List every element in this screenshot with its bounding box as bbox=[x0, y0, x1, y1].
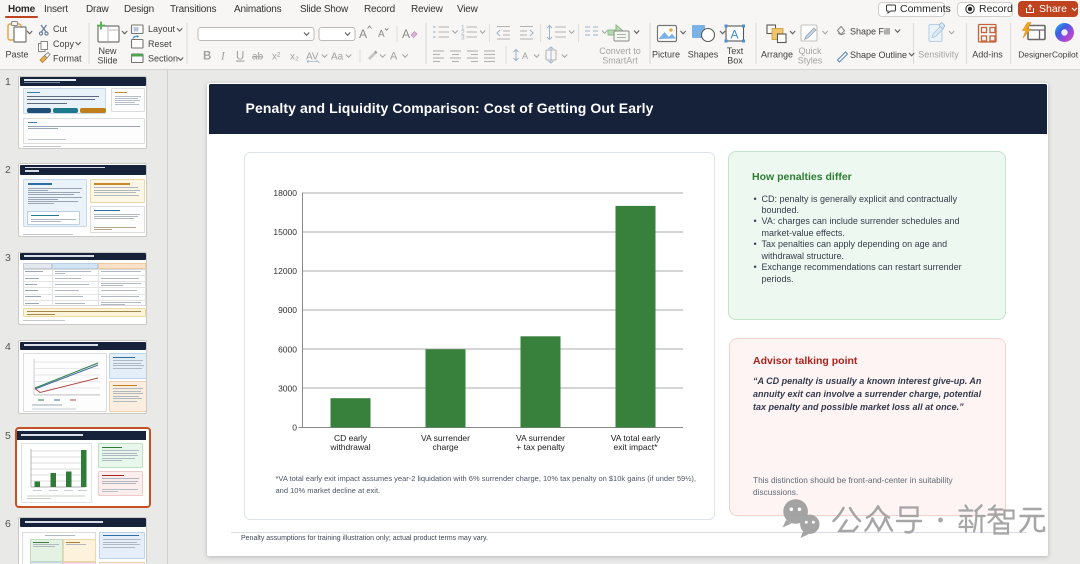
svg-text:Sensitivity: Sensitivity bbox=[918, 50, 959, 60]
svg-text:SmartArt: SmartArt bbox=[602, 56, 638, 66]
svg-text:Convert to: Convert to bbox=[599, 46, 641, 56]
svg-text:Copy: Copy bbox=[53, 39, 75, 49]
svg-text:I: I bbox=[220, 51, 226, 63]
svg-text:Arrange: Arrange bbox=[761, 50, 793, 60]
svg-text:exit impact*: exit impact* bbox=[614, 442, 659, 452]
svg-text:3000: 3000 bbox=[278, 383, 297, 393]
svg-text:A: A bbox=[402, 27, 410, 41]
svg-text:Section: Section bbox=[148, 53, 178, 63]
svg-text:ab: ab bbox=[252, 52, 264, 63]
svg-text:A: A bbox=[378, 29, 385, 40]
svg-text:withdrawal: withdrawal bbox=[329, 442, 370, 452]
svg-text:Styles: Styles bbox=[798, 56, 823, 66]
svg-text:Picture: Picture bbox=[652, 50, 680, 60]
svg-text:B: B bbox=[203, 51, 211, 63]
svg-text:Aa: Aa bbox=[331, 52, 344, 63]
svg-text:A: A bbox=[730, 28, 738, 42]
svg-text:A: A bbox=[522, 51, 528, 61]
svg-text:U: U bbox=[236, 51, 244, 63]
svg-text:0: 0 bbox=[292, 422, 297, 432]
svg-text:Shape Fill: Shape Fill bbox=[850, 27, 890, 37]
svg-text:Add-ins: Add-ins bbox=[972, 50, 1003, 60]
svg-text:+ tax penalty: + tax penalty bbox=[516, 442, 565, 452]
svg-text:Reset: Reset bbox=[148, 39, 172, 49]
svg-text:Paste: Paste bbox=[5, 50, 28, 60]
svg-text:New: New bbox=[98, 46, 117, 56]
svg-text:Format: Format bbox=[53, 53, 82, 63]
svg-text:x²: x² bbox=[272, 52, 281, 63]
svg-text:6000: 6000 bbox=[278, 344, 297, 354]
svg-text:charge: charge bbox=[433, 442, 459, 452]
svg-text:Shapes: Shapes bbox=[688, 50, 719, 60]
svg-text:Quick: Quick bbox=[798, 46, 822, 56]
svg-text:Text: Text bbox=[727, 46, 744, 56]
svg-text:Layout: Layout bbox=[148, 24, 176, 34]
svg-text:Designer: Designer bbox=[1018, 50, 1052, 60]
svg-text:x₂: x₂ bbox=[290, 52, 299, 63]
svg-text:Cut: Cut bbox=[53, 24, 68, 34]
svg-text:12000: 12000 bbox=[273, 266, 297, 276]
svg-text:A: A bbox=[359, 27, 367, 41]
svg-text:15000: 15000 bbox=[273, 227, 297, 237]
svg-text:18000: 18000 bbox=[273, 187, 297, 197]
svg-text:3: 3 bbox=[461, 35, 465, 42]
svg-text:A: A bbox=[390, 51, 398, 63]
svg-text:Box: Box bbox=[727, 56, 743, 66]
svg-text:9000: 9000 bbox=[278, 305, 297, 315]
svg-text:Shape Outline: Shape Outline bbox=[850, 50, 907, 60]
svg-text:Slide: Slide bbox=[97, 56, 117, 66]
svg-text:Copilot: Copilot bbox=[1052, 50, 1079, 60]
